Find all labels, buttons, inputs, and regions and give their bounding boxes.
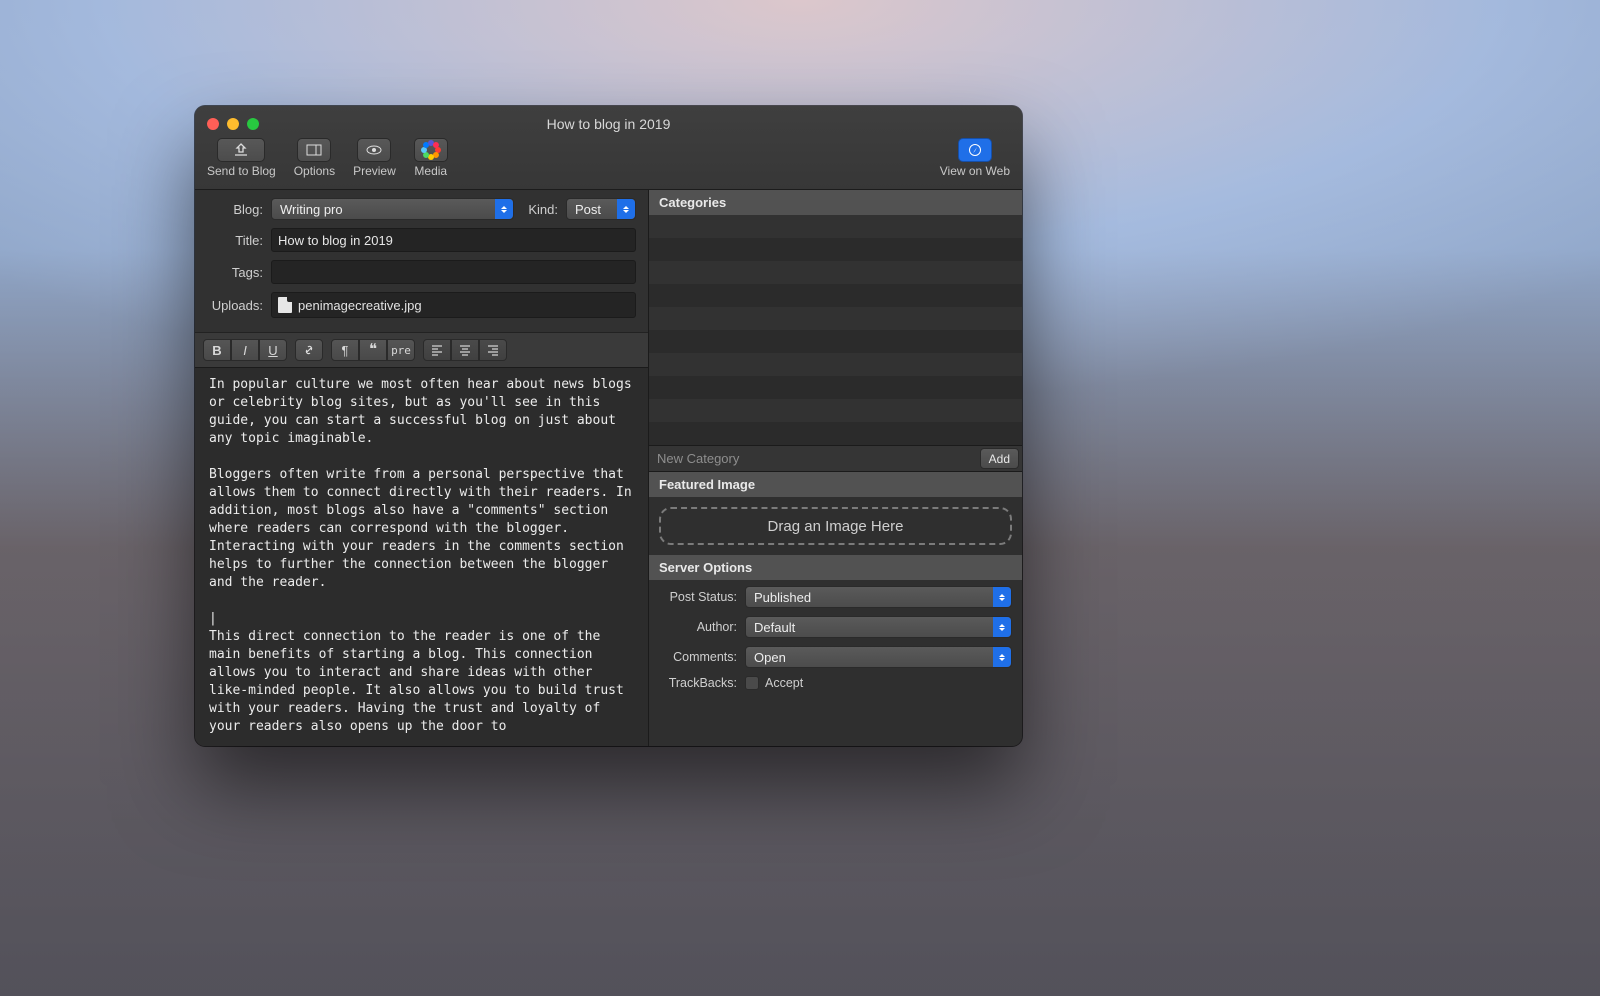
minimize-icon[interactable] <box>227 118 239 130</box>
view-on-web-button[interactable] <box>958 138 992 162</box>
updown-icon <box>993 617 1011 637</box>
uploads-field[interactable]: penimagecreative.jpg <box>271 292 636 318</box>
compass-icon <box>967 143 983 157</box>
blockquote-button[interactable]: ❝ <box>359 339 387 361</box>
toolbar-label: View on Web <box>940 164 1010 178</box>
align-left-button[interactable] <box>423 339 451 361</box>
kind-label: Kind: <box>528 202 558 217</box>
list-item[interactable] <box>649 330 1022 353</box>
window-title: How to blog in 2019 <box>205 114 1012 132</box>
link-icon <box>302 343 316 357</box>
title-input[interactable] <box>271 228 636 252</box>
send-to-blog-button[interactable] <box>217 138 265 162</box>
list-item[interactable] <box>649 376 1022 399</box>
options-button[interactable] <box>297 138 331 162</box>
new-category-input[interactable] <box>649 446 977 471</box>
file-icon <box>278 297 292 313</box>
kind-select[interactable]: Post <box>566 198 636 220</box>
list-item[interactable] <box>649 215 1022 238</box>
italic-button[interactable]: I <box>231 339 259 361</box>
uploads-label: Uploads: <box>207 298 263 313</box>
align-right-button[interactable] <box>479 339 507 361</box>
comments-select[interactable]: Open <box>745 646 1012 668</box>
kind-select-value: Post <box>575 202 601 217</box>
title-label: Title: <box>207 233 263 248</box>
eye-icon <box>366 143 382 157</box>
tags-input[interactable] <box>271 260 636 284</box>
align-center-icon <box>458 343 472 357</box>
blog-select-value: Writing pro <box>280 202 343 217</box>
link-button[interactable] <box>295 339 323 361</box>
bold-button[interactable]: B <box>203 339 231 361</box>
underline-icon: U <box>268 343 277 358</box>
pre-button[interactable]: pre <box>387 339 415 361</box>
toolbar-label: Preview <box>353 164 396 178</box>
editor-pane: Blog: Writing pro Kind: Post Title: <box>195 190 649 746</box>
pre-icon: pre <box>391 344 411 357</box>
blog-select[interactable]: Writing pro <box>271 198 514 220</box>
list-item[interactable] <box>649 399 1022 422</box>
bold-icon: B <box>212 343 221 358</box>
italic-icon: I <box>243 343 247 358</box>
body-editor[interactable]: In popular culture we most often hear ab… <box>195 368 648 746</box>
quote-icon: ❝ <box>369 345 377 355</box>
add-category-button[interactable]: Add <box>980 448 1019 469</box>
author-label: Author: <box>659 620 737 634</box>
sidebar: Categories Add Featured Image Drag an Im… <box>649 190 1022 746</box>
comments-label: Comments: <box>659 650 737 664</box>
titlebar: How to blog in 2019 Send to Blog Options… <box>195 106 1022 190</box>
trackbacks-label: TrackBacks: <box>659 676 737 690</box>
pilcrow-icon: ¶ <box>342 343 349 358</box>
trackbacks-accept-label: Accept <box>765 676 803 690</box>
list-item[interactable] <box>649 238 1022 261</box>
blog-label: Blog: <box>207 202 263 217</box>
trackbacks-checkbox[interactable] <box>745 676 759 690</box>
server-options-header: Server Options <box>649 555 1022 580</box>
list-item[interactable] <box>649 284 1022 307</box>
panel-icon <box>306 143 322 157</box>
server-options: Post Status: Published Author: Default C… <box>649 580 1022 708</box>
updown-icon <box>993 587 1011 607</box>
paragraph-button[interactable]: ¶ <box>331 339 359 361</box>
toolbar-label: Options <box>294 164 335 178</box>
media-button[interactable] <box>414 138 448 162</box>
underline-button[interactable]: U <box>259 339 287 361</box>
post-metadata: Blog: Writing pro Kind: Post Title: <box>195 190 648 332</box>
list-item[interactable] <box>649 422 1022 445</box>
format-toolbar: B I U ¶ ❝ pre <box>195 332 648 368</box>
categories-header: Categories <box>649 190 1022 215</box>
author-value: Default <box>754 620 795 635</box>
list-item[interactable] <box>649 307 1022 330</box>
list-item[interactable] <box>649 353 1022 376</box>
featured-image-header: Featured Image <box>649 472 1022 497</box>
tags-label: Tags: <box>207 265 263 280</box>
featured-image-dropzone[interactable]: Drag an Image Here <box>659 507 1012 545</box>
toolbar: Send to Blog Options Preview <box>205 138 1012 178</box>
close-icon[interactable] <box>207 118 219 130</box>
align-left-icon <box>430 343 444 357</box>
zoom-icon[interactable] <box>247 118 259 130</box>
post-status-label: Post Status: <box>659 590 737 604</box>
photos-icon <box>423 142 439 158</box>
author-select[interactable]: Default <box>745 616 1012 638</box>
window-controls <box>207 118 259 130</box>
post-status-value: Published <box>754 590 811 605</box>
toolbar-label: Send to Blog <box>207 164 276 178</box>
comments-value: Open <box>754 650 786 665</box>
updown-icon <box>617 199 635 219</box>
align-center-button[interactable] <box>451 339 479 361</box>
toolbar-label: Media <box>414 164 447 178</box>
preview-button[interactable] <box>357 138 391 162</box>
app-window: How to blog in 2019 Send to Blog Options… <box>195 106 1022 746</box>
list-item[interactable] <box>649 261 1022 284</box>
align-right-icon <box>486 343 500 357</box>
upload-filename: penimagecreative.jpg <box>298 298 422 313</box>
updown-icon <box>993 647 1011 667</box>
categories-list[interactable] <box>649 215 1022 445</box>
updown-icon <box>495 199 513 219</box>
upload-icon <box>233 143 249 157</box>
post-status-select[interactable]: Published <box>745 586 1012 608</box>
new-category-row: Add <box>649 445 1022 472</box>
